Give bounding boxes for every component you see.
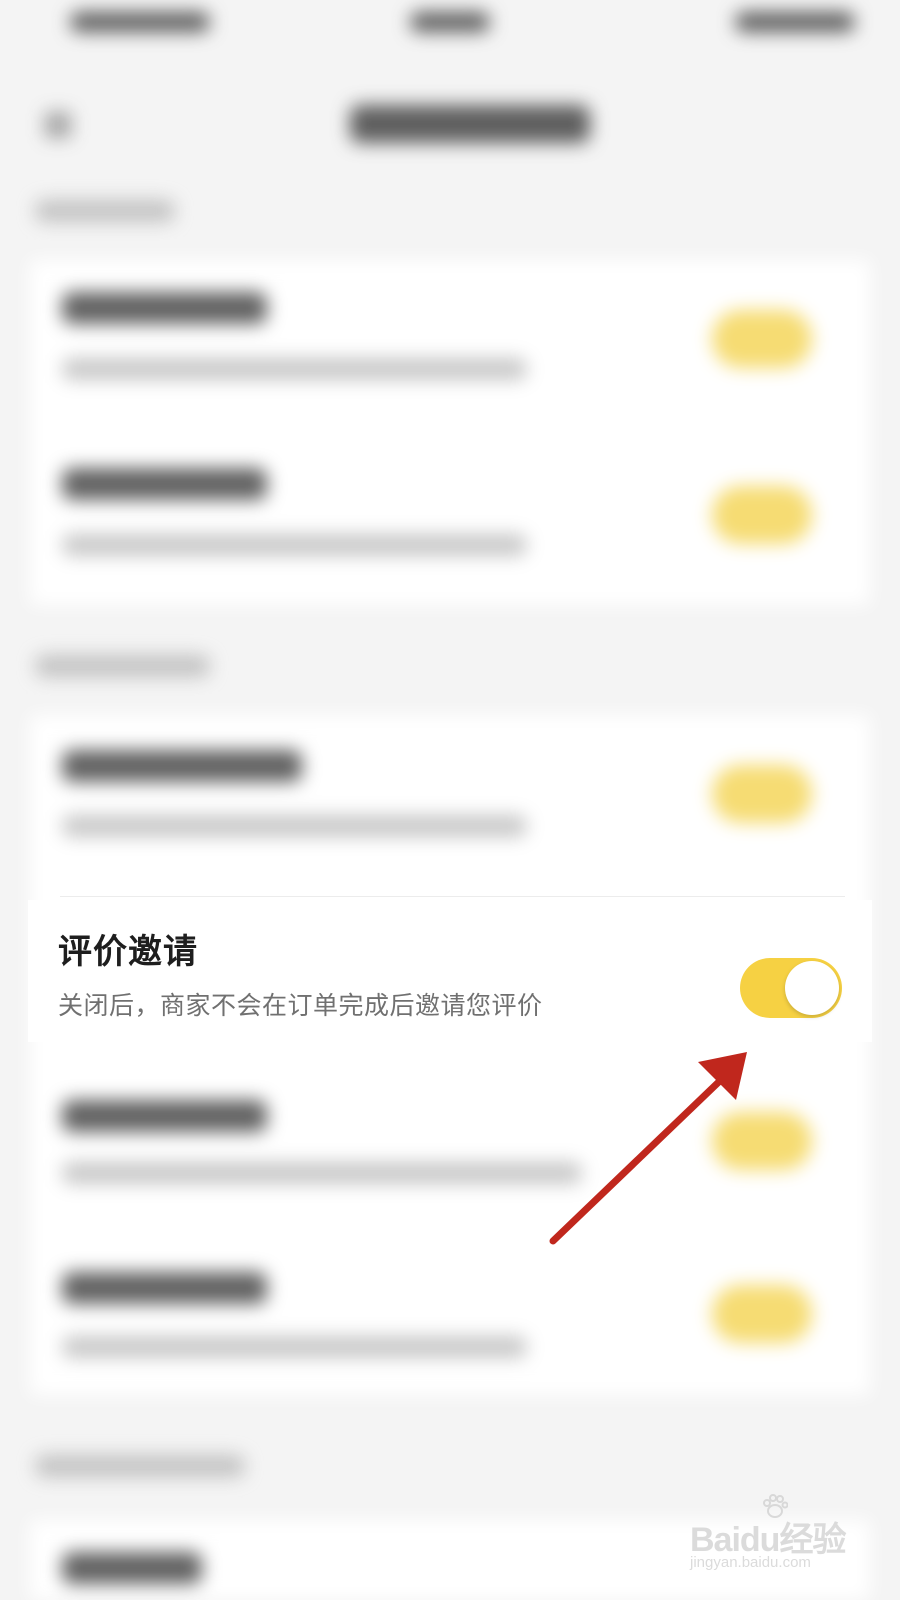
blurred-row-desc [62, 358, 527, 380]
watermark-url: jingyan.baidu.com [690, 1554, 811, 1571]
review-invitation-toggle[interactable] [740, 958, 842, 1018]
toggle-knob [785, 961, 839, 1015]
blurred-row-title [62, 1100, 267, 1132]
blurred-page-title [350, 105, 590, 143]
blurred-status-right [735, 12, 855, 32]
blurred-row-desc [62, 534, 527, 556]
blurred-row-title [62, 468, 267, 500]
blurred-row-title [62, 1552, 202, 1584]
blurred-row-desc [62, 1336, 527, 1358]
blurred-toggle [712, 486, 812, 544]
blurred-toggle [712, 765, 812, 823]
blurred-toggle [712, 310, 812, 368]
blurred-status-center [410, 12, 490, 32]
blurred-status-left [70, 12, 210, 32]
blurred-row-title [62, 292, 267, 324]
blurred-background [0, 0, 900, 1600]
blurred-toggle [712, 1112, 812, 1170]
blurred-section-header [35, 200, 175, 222]
blurred-row-desc [62, 815, 527, 837]
blurred-row-title [62, 750, 302, 782]
settings-row-review-invitation: 评价邀请 关闭后，商家不会在订单完成后邀请您评价 [28, 900, 872, 1042]
row-description: 关闭后，商家不会在订单完成后邀请您评价 [58, 991, 543, 1020]
watermark: Baidu经验 jingyan.baidu.com [690, 1494, 870, 1578]
row-divider [60, 896, 845, 897]
blurred-toggle [712, 1285, 812, 1343]
blurred-section-header [35, 1455, 245, 1477]
row-title: 评价邀请 [58, 932, 198, 972]
blurred-row-desc [62, 1162, 582, 1184]
blurred-row-title [62, 1272, 267, 1304]
blurred-back-icon [45, 112, 71, 138]
blurred-section-header [35, 655, 210, 677]
